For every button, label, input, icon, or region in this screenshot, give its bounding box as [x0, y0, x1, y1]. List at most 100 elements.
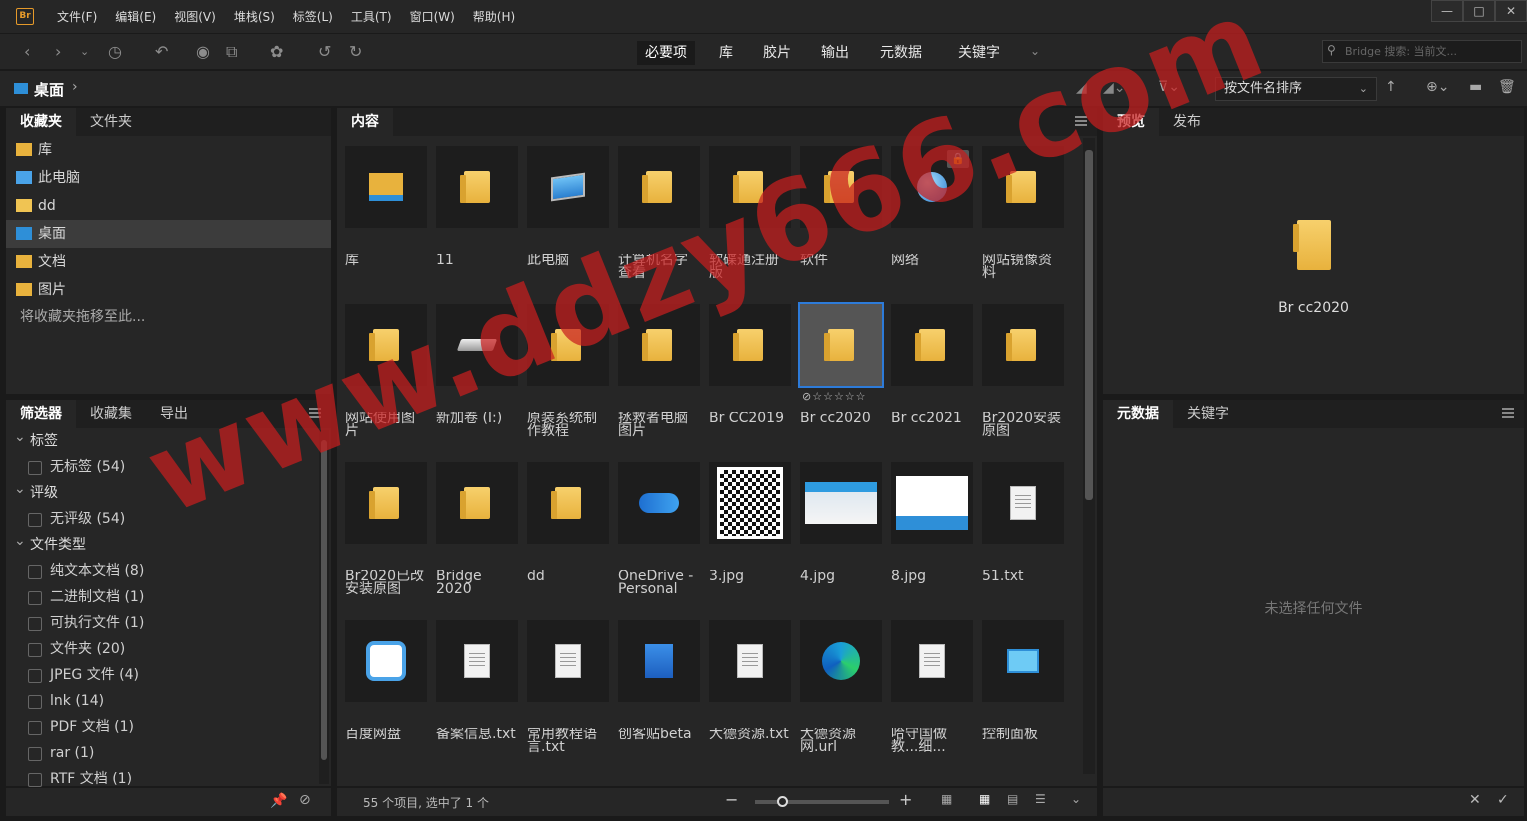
list-view-icon[interactable]: ☰ — [1035, 792, 1046, 806]
menu-item-7[interactable]: 帮助(H) — [473, 8, 515, 25]
thumbnail[interactable]: 🔒 — [891, 146, 973, 228]
thumbnail[interactable] — [345, 620, 427, 702]
thumbnail-item[interactable]: 哈守国做教...细... — [891, 620, 973, 754]
close-button[interactable]: ✕ — [1495, 0, 1527, 22]
thumbnail[interactable] — [345, 462, 427, 544]
thumbnail-item[interactable]: 库 — [345, 146, 427, 267]
favorite-item[interactable]: 图片 — [6, 276, 331, 304]
thumbnail[interactable] — [618, 304, 700, 386]
menu-item-1[interactable]: 编辑(E) — [115, 8, 156, 25]
filter-group[interactable]: 文件类型 — [6, 528, 331, 558]
thumbnail-item[interactable]: 3.jpg — [709, 462, 791, 583]
favorite-item[interactable]: dd — [6, 192, 331, 220]
tab-collections[interactable]: 收藏集 — [76, 400, 146, 428]
filter-item[interactable]: 无标签 (54) — [6, 454, 331, 480]
thumbnail[interactable] — [618, 462, 700, 544]
details-view-icon[interactable]: ▤ — [1007, 792, 1018, 806]
panel-menu-icon[interactable] — [1502, 408, 1514, 418]
thumbnail[interactable] — [345, 146, 427, 228]
thumbnail[interactable] — [982, 304, 1064, 386]
thumbnail[interactable] — [982, 146, 1064, 228]
star-rating-icon[interactable]: ⊘☆☆☆☆☆ — [802, 390, 867, 403]
thumbnail[interactable] — [436, 146, 518, 228]
filter-item[interactable]: rar (1) — [6, 740, 331, 766]
chevron-down-icon[interactable]: ⌄ — [80, 45, 89, 58]
thumbnail-item[interactable]: 51.txt — [982, 462, 1064, 583]
workspace-more-icon[interactable]: ⌄ — [1030, 44, 1040, 58]
thumbnail-item[interactable]: 8.jpg — [891, 462, 973, 583]
thumbnail-item[interactable]: 新加卷 (I:) — [436, 304, 518, 425]
thumbnail-item[interactable]: 备案信息.txt — [436, 620, 518, 741]
tab-metadata[interactable]: 元数据 — [1103, 400, 1173, 428]
workspace-tab-4[interactable]: 元数据 — [872, 41, 930, 65]
menu-item-3[interactable]: 堆栈(S) — [234, 8, 275, 25]
thumbnail[interactable] — [618, 620, 700, 702]
thumbnail-item[interactable]: 控制面板 — [982, 620, 1064, 741]
thumbnail-item[interactable]: 网站镜像资料 — [982, 146, 1064, 280]
content-scrollbar[interactable] — [1083, 138, 1095, 774]
menu-item-0[interactable]: 文件(F) — [57, 8, 97, 25]
workspace-tab-5[interactable]: 关键字 — [950, 41, 1008, 65]
panel-menu-icon[interactable] — [1075, 116, 1087, 126]
menu-item-4[interactable]: 标签(L) — [293, 8, 333, 25]
thumbnail-item[interactable]: 拯救者电脑图片 — [618, 304, 700, 438]
thumbnail-item[interactable]: 软件 — [800, 146, 882, 267]
tab-content[interactable]: 内容 — [337, 108, 393, 136]
clear-filter-icon[interactable]: ⊘ — [299, 792, 311, 808]
thumbnail[interactable] — [891, 620, 973, 702]
filter-item[interactable]: 纯文本文档 (8) — [6, 558, 331, 584]
filter-item[interactable]: 文件夹 (20) — [6, 636, 331, 662]
reveal-icon[interactable]: ↶ — [155, 42, 168, 61]
back-icon[interactable]: ‹ — [24, 42, 30, 61]
thumbnail-item[interactable]: 软碟通注册版 — [709, 146, 791, 280]
thumbnail-item[interactable]: 原装系统制作教程 — [527, 304, 609, 438]
thumbnail-item[interactable]: 11 — [436, 146, 518, 267]
thumbnail-item[interactable]: 大德资源网.url — [800, 620, 882, 754]
tab-folders[interactable]: 文件夹 — [76, 108, 146, 136]
thumbnail[interactable] — [800, 462, 882, 544]
thumbnail-item[interactable]: 4.jpg — [800, 462, 882, 583]
thumbnail[interactable] — [436, 462, 518, 544]
thumbnail[interactable] — [891, 462, 973, 544]
thumbnail[interactable] — [527, 304, 609, 386]
favorite-item[interactable]: 桌面 — [6, 220, 331, 248]
breadcrumb[interactable]: 桌面 — [34, 79, 64, 100]
thumbnail[interactable] — [798, 302, 884, 388]
filter-item[interactable]: JPEG 文件 (4) — [6, 662, 331, 688]
tab-keywords[interactable]: 关键字 — [1173, 400, 1243, 428]
menu-item-6[interactable]: 窗口(W) — [410, 8, 455, 25]
thumbnail-item[interactable]: 百度网盘 — [345, 620, 427, 741]
copy-icon[interactable]: ⧉ — [226, 42, 237, 62]
thumbnail-item[interactable]: dd — [527, 462, 609, 583]
search-input[interactable]: Bridge 搜索: 当前文... — [1322, 40, 1522, 63]
filter-scrollbar[interactable] — [319, 430, 329, 784]
workspace-tab-2[interactable]: 胶片 — [755, 41, 799, 65]
filter-group[interactable]: 标签 — [6, 424, 331, 454]
apply-icon[interactable]: ✓ — [1497, 792, 1509, 808]
filter-icon[interactable]: ⊽⌄ — [1158, 79, 1180, 95]
favorite-item[interactable]: 此电脑 — [6, 164, 331, 192]
filter-item[interactable]: 二进制文档 (1) — [6, 584, 331, 610]
thumbnail-item[interactable]: 🔒 网络 — [891, 146, 973, 267]
sort-ascending-icon[interactable]: ↑ — [1385, 79, 1397, 95]
thumbnail-item[interactable]: 计算机名字查看 — [618, 146, 700, 280]
thumbnail[interactable] — [709, 462, 791, 544]
thumbnail-item[interactable]: Bridge 2020 — [436, 462, 518, 596]
thumbnail[interactable] — [709, 146, 791, 228]
thumbnail-item[interactable]: 网站使用图片 — [345, 304, 427, 438]
maximize-button[interactable]: □ — [1463, 0, 1495, 22]
rating-filter-icon[interactable]: ◢⌄ — [1103, 80, 1126, 96]
thumbnail[interactable] — [436, 620, 518, 702]
thumbnail[interactable] — [436, 304, 518, 386]
tab-preview[interactable]: 预览 — [1103, 108, 1159, 136]
filter-item[interactable]: PDF 文档 (1) — [6, 714, 331, 740]
workspace-tab-1[interactable]: 库 — [711, 41, 741, 65]
workspace-tab-3[interactable]: 输出 — [813, 41, 857, 65]
filter-item[interactable]: 可执行文件 (1) — [6, 610, 331, 636]
thumbnail[interactable] — [345, 304, 427, 386]
forward-icon[interactable]: › — [55, 42, 61, 61]
panel-menu-icon[interactable] — [309, 408, 321, 418]
zoom-out-icon[interactable]: − — [725, 790, 738, 809]
thumbnail[interactable] — [709, 620, 791, 702]
open-recent-icon[interactable]: ⊕⌄ — [1426, 79, 1449, 95]
